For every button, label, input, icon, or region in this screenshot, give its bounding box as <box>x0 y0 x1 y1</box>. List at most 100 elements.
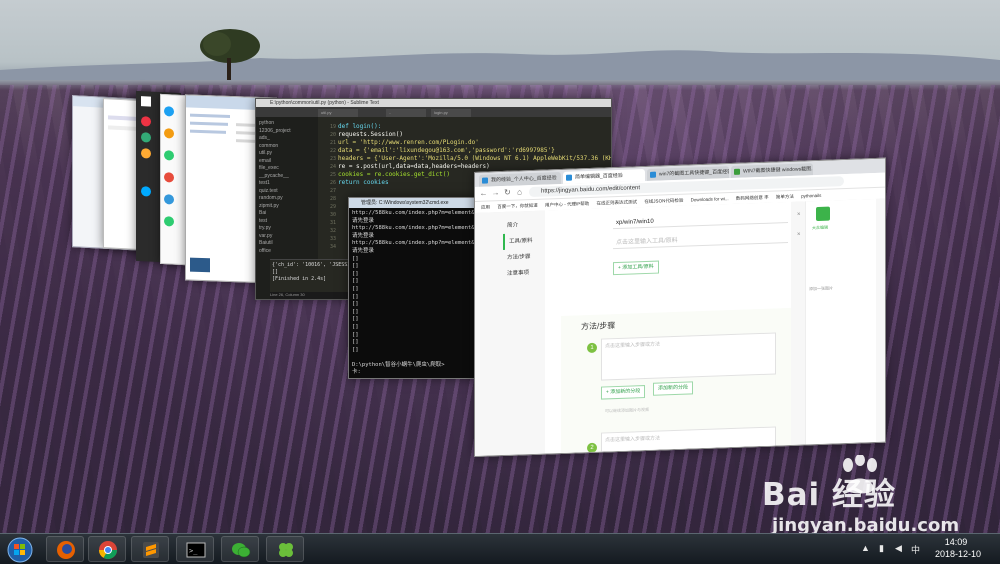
line-number: 26 <box>329 180 336 186</box>
taskbar-wechat[interactable] <box>221 536 259 562</box>
sidebar-file[interactable]: zipmit.py <box>259 203 315 211</box>
cmd-icon: >_ <box>186 542 206 558</box>
sidebar-file[interactable]: util.py <box>259 150 315 158</box>
clock-time[interactable]: 14:09 <box>926 537 986 547</box>
sidebar-file[interactable]: email <box>259 158 315 166</box>
cmd-line: [] <box>352 301 359 308</box>
sidebar-file[interactable]: common <box>259 143 315 151</box>
sidebar-file[interactable]: ads_ <box>259 135 315 143</box>
step-input[interactable]: 点击这里输入步骤或方法 <box>601 332 776 381</box>
sidebar-file[interactable]: Bai <box>259 210 315 218</box>
cmd-window[interactable]: 管理员: C:\Windows\system32\cmd.exe http://… <box>348 197 495 379</box>
sublime-tabbar: util.py .. login.py <box>256 107 611 117</box>
forward-icon[interactable]: → <box>491 188 500 197</box>
add-media-button[interactable]: 添加新的分段 <box>653 381 694 396</box>
sidebar-file[interactable]: file_exec <box>259 165 315 173</box>
paw-icon <box>650 171 656 178</box>
cmd-output[interactable]: http://588ku.com/index.php?m=element&a=d… <box>349 208 494 378</box>
show-hidden-icon[interactable]: ▲ <box>861 543 870 553</box>
cmd-line: [] <box>352 263 359 270</box>
sidebar-file[interactable]: office <box>259 248 315 256</box>
taskbar-chrome[interactable] <box>88 536 126 562</box>
taskbar-firefox[interactable] <box>46 536 84 562</box>
taskbar-sublime[interactable] <box>131 536 169 562</box>
add-section-button[interactable]: + 添加新的分段 <box>601 385 646 400</box>
cmd-line: [] <box>352 316 359 323</box>
line-number: 32 <box>329 228 336 234</box>
cmd-line: [] <box>352 270 359 277</box>
paw-icon <box>566 174 572 181</box>
wechat-icon <box>232 543 251 558</box>
nav-steps[interactable]: 方法/步骤 <box>503 249 541 266</box>
chrome-window[interactable]: 我的经验_个人中心_百度经验 简单编辑器_百度经验 win7的截图工具快捷键_百… <box>474 157 886 457</box>
sidebar-file[interactable]: test <box>259 218 315 226</box>
cmd-line: [] <box>352 255 359 262</box>
logo-caption: 大众编辑 <box>812 224 828 231</box>
mountain-range <box>0 50 1000 80</box>
cmd-line: [] <box>352 308 359 315</box>
sidebar-file[interactable]: var.py <box>259 233 315 241</box>
step-number: 2 <box>587 442 597 454</box>
taskbar-cmd[interactable]: >_ <box>176 536 214 562</box>
line-number: 19 <box>329 124 336 130</box>
reload-icon[interactable]: ↻ <box>503 188 512 197</box>
cmd-line: [] <box>352 278 359 285</box>
svg-text:>_: >_ <box>189 547 198 555</box>
line-number: 23 <box>329 156 336 162</box>
taskbar-clover[interactable] <box>266 536 304 562</box>
system-tray: ▲ ▮ ◀ 中 14:09 2018-12-10 <box>855 534 1000 564</box>
line-number: 27 <box>329 188 336 194</box>
sidebar-file[interactable]: try.py <box>259 225 315 233</box>
code-line: headers = {'User-Agent':'Mozilla/5.0 (Wi… <box>338 155 612 162</box>
sidebar-file[interactable]: test1 <box>259 180 315 188</box>
cmd-line: [] <box>352 331 359 338</box>
bookmark[interactable]: pythonails <box>801 190 821 202</box>
bookmark[interactable]: 简单方法 <box>776 191 794 203</box>
cmd-line: http://588ku.com/index.php?m=element&a=d… <box>352 210 488 216</box>
sidebar-file[interactable]: 12306_project <box>259 128 315 136</box>
sublime-icon <box>143 542 159 558</box>
editor-section-nav: 简介 工具/原料 方法/步骤 注意事项 <box>503 217 541 282</box>
cmd-line: [] <box>352 323 359 330</box>
remove-icon[interactable]: × <box>797 212 801 218</box>
cmd-line: 请先登录 <box>352 217 375 224</box>
steps-section: 方法/步骤 1 点击这里输入步骤或方法 + 添加新的分段 添加新的分段 可以继续… <box>561 307 791 457</box>
cmd-line: 请先登录 <box>352 247 375 254</box>
bookmark[interactable]: 应用 <box>481 201 490 212</box>
cmd-line: [] <box>352 346 359 353</box>
input-method[interactable]: 中 <box>911 543 920 556</box>
cmd-line: [] <box>352 285 359 292</box>
sidebar-file[interactable]: Baiutil <box>259 240 315 248</box>
clover-icon <box>279 543 293 557</box>
home-icon[interactable]: ⌂ <box>515 187 524 196</box>
line-number: 29 <box>329 204 336 210</box>
tool-field-empty[interactable]: 点击这里输入工具/原料 <box>613 232 788 250</box>
back-icon[interactable]: ← <box>479 189 488 198</box>
code-line: requests.Session() <box>338 131 404 138</box>
cmd-line: [] <box>352 293 359 300</box>
network-icon[interactable]: ▮ <box>879 543 884 554</box>
cmd-line: http://588ku.com/index.php?m=element&a=d… <box>352 225 488 232</box>
tool-field[interactable]: xp/win7/win10 <box>613 212 788 230</box>
side-hint: 添加一张图片 <box>809 285 833 292</box>
nav-notes[interactable]: 注意事项 <box>503 265 541 282</box>
sidebar-file[interactable]: python <box>259 120 315 128</box>
clock-date[interactable]: 2018-12-10 <box>926 549 990 559</box>
cmd-line: http://588ku.com/index.php?m=element&a=d… <box>352 240 488 247</box>
line-number: 34 <box>329 244 336 250</box>
sublime-tab[interactable]: login.py <box>431 109 471 117</box>
step-hint: 可以继续添加图片与视频 <box>605 406 649 414</box>
sidebar-file[interactable]: __pycache__ <box>259 173 315 181</box>
remove-icon[interactable]: × <box>797 232 801 238</box>
code-line: def login(): <box>338 123 382 130</box>
nav-tools[interactable]: 工具/原料 <box>503 232 541 250</box>
sidebar-file[interactable]: quiz.text <box>259 188 315 196</box>
sublime-tab[interactable]: .. <box>386 109 426 117</box>
nav-intro[interactable]: 简介 <box>503 217 541 234</box>
volume-icon[interactable]: ◀ <box>895 543 902 554</box>
sidebar-file[interactable]: random.py <box>259 195 315 203</box>
sublime-tab[interactable]: util.py <box>318 109 358 117</box>
add-tool-button[interactable]: + 添加工具/原料 <box>613 260 659 276</box>
cmd-title: 管理员: C:\Windows\system32\cmd.exe <box>349 198 494 208</box>
start-button[interactable] <box>3 536 37 563</box>
